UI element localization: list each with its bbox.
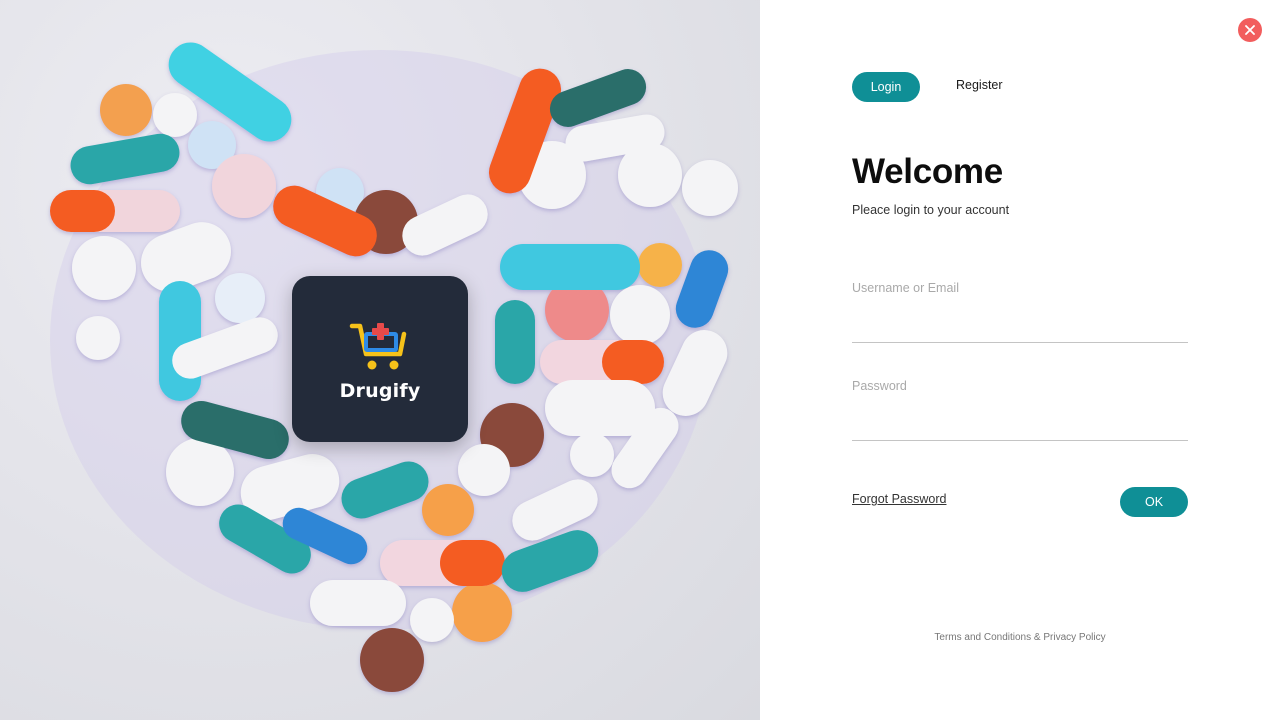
ok-button[interactable]: OK: [1120, 487, 1188, 517]
login-panel: Login Register Welcome Pleace login to y…: [760, 0, 1280, 720]
username-label: Username or Email: [852, 281, 959, 295]
hero-image: Drugify: [0, 0, 760, 720]
username-field[interactable]: [852, 317, 1188, 343]
close-icon: [1245, 25, 1255, 35]
terms-privacy-link[interactable]: Terms and Conditions & Privacy Policy: [852, 632, 1188, 643]
brand-name: Drugify: [339, 380, 421, 402]
password-field[interactable]: [852, 415, 1188, 441]
tab-register[interactable]: Register: [956, 72, 1003, 98]
page-title: Welcome: [852, 152, 1003, 191]
forgot-password-link[interactable]: Forgot Password: [852, 492, 946, 506]
medical-cart-icon: [349, 323, 407, 370]
page-subtitle: Pleace login to your account: [852, 203, 1010, 217]
close-button[interactable]: [1238, 18, 1262, 42]
tab-login[interactable]: Login: [852, 72, 920, 102]
brand-card: Drugify: [292, 276, 468, 442]
password-label: Password: [852, 379, 907, 393]
